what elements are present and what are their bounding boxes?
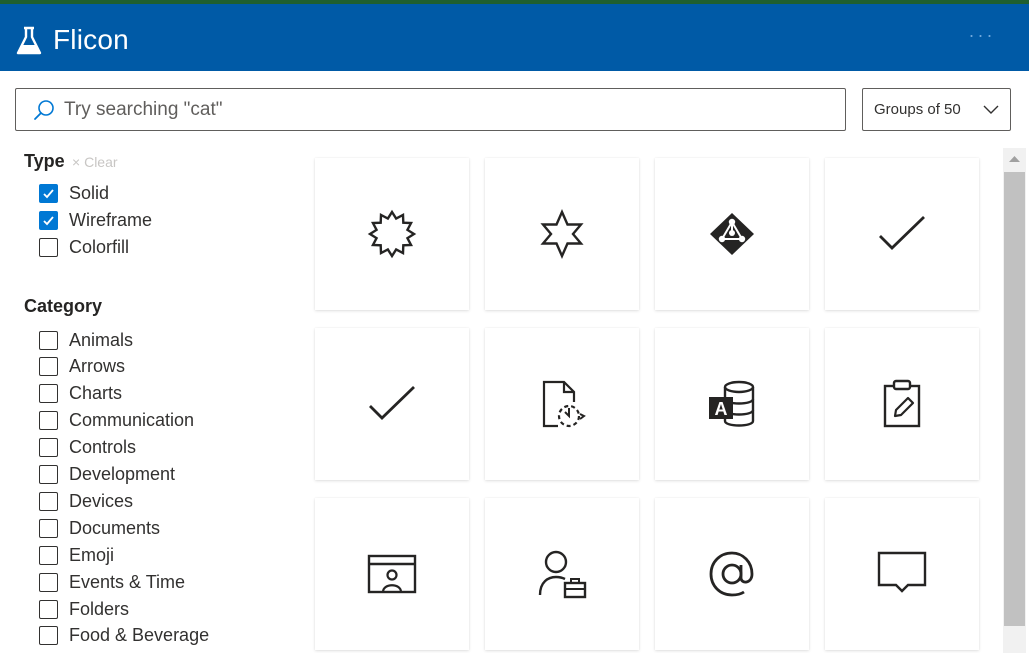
filter-option[interactable]: Controls: [39, 436, 136, 460]
comment-icon: [877, 551, 927, 593]
checkbox[interactable]: [39, 465, 58, 484]
checkmark-icon: [369, 385, 415, 420]
more-options-button[interactable]: ···: [962, 26, 1002, 48]
azure-ad-icon: [710, 213, 754, 255]
filter-option-label: Folders: [69, 598, 130, 619]
filter-option-label: Development: [69, 464, 176, 484]
filter-option-label: Arrows: [69, 356, 126, 377]
filter-option[interactable]: Development: [39, 463, 175, 487]
filter-option[interactable]: Documents: [39, 516, 160, 540]
filter-option[interactable]: Animals: [39, 328, 133, 352]
filter-option-label: Food & Beverage: [69, 625, 210, 646]
filter-option[interactable]: Charts: [39, 382, 122, 406]
filter-panel: Type × Clear Solid Wireframe Colorfill Cat…: [0, 140, 300, 653]
clear-label: Clear: [84, 154, 118, 170]
icon-tile[interactable]: [485, 328, 639, 480]
filter-option-label: Documents: [69, 517, 161, 538]
search-input[interactable]: [64, 89, 834, 130]
checkbox-checked[interactable]: [39, 183, 58, 203]
checkmark-icon: [43, 188, 54, 198]
access-database-icon: A: [709, 380, 755, 427]
checkbox[interactable]: [39, 599, 58, 619]
checkbox[interactable]: [39, 411, 58, 431]
filter-option-label: Emoji: [69, 544, 115, 565]
checkbox[interactable]: [39, 626, 58, 646]
icon-tile[interactable]: [315, 158, 469, 310]
app-header: Flicon ···: [0, 4, 1029, 71]
icon-grid: A: [300, 148, 1000, 653]
scroll-up-arrow-icon[interactable]: [1003, 148, 1026, 170]
filter-option[interactable]: Events & Time: [39, 570, 185, 594]
checkbox[interactable]: [39, 518, 58, 538]
clear-filter-link[interactable]: × Clear: [72, 154, 118, 170]
filter-option[interactable]: Folders: [39, 597, 129, 621]
type-section-title: Type: [24, 151, 65, 171]
filter-option[interactable]: Emoji: [39, 543, 114, 567]
filter-option-label: Solid: [69, 182, 110, 203]
checkbox-checked[interactable]: [39, 210, 58, 230]
document-sync-icon: [542, 380, 586, 428]
icon-tile[interactable]: A: [655, 328, 809, 480]
contact-card-icon: [367, 554, 417, 594]
filter-option-label: Charts: [69, 383, 123, 404]
icon-tile[interactable]: [825, 328, 979, 480]
checkbox[interactable]: [39, 572, 58, 592]
checkbox[interactable]: [39, 357, 58, 377]
category-section-title: Category: [24, 296, 103, 316]
filter-option[interactable]: Wireframe: [39, 208, 152, 232]
clipboard-edit-icon: [883, 379, 921, 428]
checkbox[interactable]: [39, 330, 58, 350]
filter-option-label: Colorfill: [69, 236, 130, 257]
badge-starburst-icon: [367, 209, 417, 259]
filter-option-label: Events & Time: [69, 571, 186, 592]
filter-option-label: Wireframe: [69, 209, 153, 230]
filter-option-label: Controls: [69, 437, 137, 458]
vertical-scrollbar[interactable]: [1003, 148, 1026, 653]
scrollbar-thumb[interactable]: [1004, 172, 1025, 626]
search-box: [15, 88, 846, 131]
user-briefcase-icon: [538, 550, 587, 599]
at-sign-icon: [709, 551, 754, 597]
filter-option-label: Communication: [69, 410, 195, 431]
chevron-down-icon: [983, 105, 999, 114]
filter-option[interactable]: Colorfill: [39, 235, 129, 259]
icon-tile[interactable]: [655, 498, 809, 650]
svg-text:A: A: [715, 399, 728, 419]
filter-option[interactable]: Communication: [39, 409, 194, 433]
groups-dropdown[interactable]: Groups of 50: [862, 88, 1011, 131]
filter-option[interactable]: Devices: [39, 489, 133, 513]
app-title: Flicon: [53, 24, 129, 55]
filter-option[interactable]: Solid: [39, 181, 109, 205]
icon-tile[interactable]: [315, 328, 469, 480]
checkbox[interactable]: [39, 237, 58, 257]
checkmark-icon: [43, 215, 54, 225]
icon-tile[interactable]: [825, 158, 979, 310]
checkbox[interactable]: [39, 384, 58, 404]
filter-option-label: Devices: [69, 490, 134, 511]
checkmark-icon: [879, 215, 925, 250]
checkbox[interactable]: [39, 438, 58, 458]
filter-option[interactable]: Food & Beverage: [39, 624, 209, 648]
groups-dropdown-value: Groups of 50: [874, 101, 961, 118]
filter-option[interactable]: Arrows: [39, 355, 125, 379]
six-point-star-icon: [540, 209, 584, 259]
checkbox[interactable]: [39, 491, 58, 511]
icon-tile[interactable]: [485, 498, 639, 650]
icon-tile[interactable]: [315, 498, 469, 650]
checkbox[interactable]: [39, 545, 58, 565]
icon-tile[interactable]: [825, 498, 979, 650]
filter-option-label: Animals: [69, 329, 134, 350]
icon-tile[interactable]: [655, 158, 809, 310]
icon-tile[interactable]: [485, 158, 639, 310]
search-icon: [34, 100, 54, 120]
flask-icon: [16, 26, 42, 55]
